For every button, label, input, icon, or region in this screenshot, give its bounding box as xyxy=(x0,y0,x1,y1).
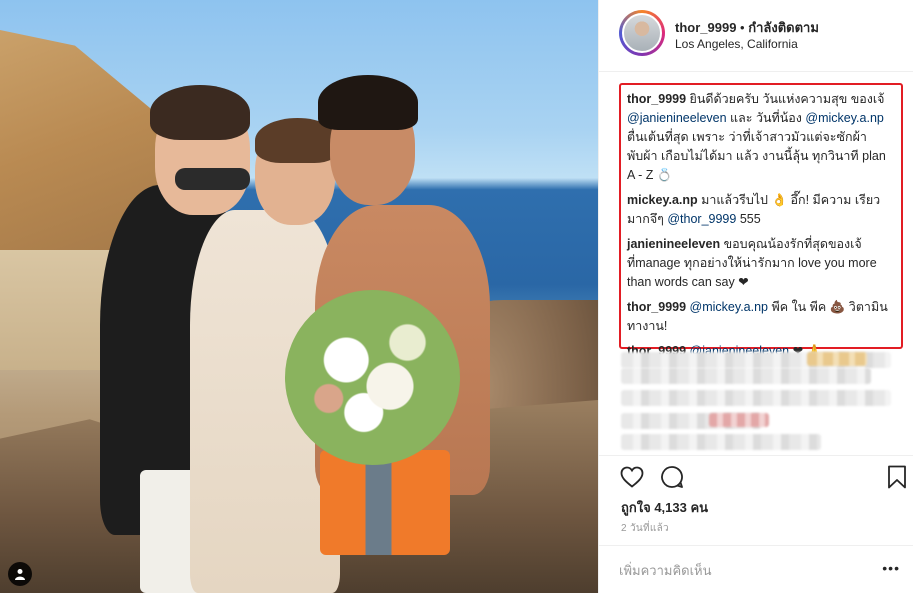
user-tag-icon[interactable] xyxy=(8,562,32,586)
blurred-comment xyxy=(621,434,821,450)
man-left-hair xyxy=(150,85,250,140)
mention-link[interactable]: @mickey.a.np xyxy=(805,111,883,125)
bouquet xyxy=(285,290,460,465)
action-bar xyxy=(599,455,913,495)
comment: mickey.a.np มาแล้วรีบไป 👌 อึ๊ก! มีความ เ… xyxy=(627,191,895,229)
blurred-emoji xyxy=(709,413,769,427)
post-time[interactable]: 2 วันที่แล้ว xyxy=(621,521,669,536)
blurred-comment xyxy=(621,390,891,406)
likes-count[interactable]: ถูกใจ 4,133 คน xyxy=(621,497,708,518)
heart-outline-icon[interactable] xyxy=(619,464,645,490)
mention-link[interactable]: @thor_9999 xyxy=(667,212,736,226)
avatar-image xyxy=(622,13,662,53)
comment-text: ตื่นเต้นที่สุด เพราะ ว่าที่เจ้าสาวมัวแต่… xyxy=(627,130,886,182)
post-photo[interactable] xyxy=(0,0,598,593)
more-options-icon[interactable]: ••• xyxy=(882,560,900,576)
avatar[interactable] xyxy=(619,10,665,56)
comment-text: ยินดีด้วยครับ วันแห่งความสุข ของเจ้ xyxy=(686,92,885,106)
follow-status-button[interactable]: กำลังติดตาม xyxy=(748,20,819,35)
post-header: thor_9999 • กำลังติดตาม Los Angeles, Cal… xyxy=(599,0,913,72)
comment-username-link[interactable]: mickey.a.np xyxy=(627,193,698,207)
mention-link[interactable]: @janienineeleven xyxy=(627,111,727,125)
mention-link[interactable]: @mickey.a.np xyxy=(690,300,768,314)
comment-text: และ วันที่น้อง xyxy=(726,111,806,125)
location-link[interactable]: Los Angeles, California xyxy=(675,37,798,51)
comment-bar: ••• xyxy=(599,545,913,593)
speech-bubble-icon[interactable] xyxy=(659,464,685,490)
sunglasses xyxy=(175,168,250,190)
comment-text: 555 xyxy=(736,212,761,226)
user-line: thor_9999 • กำลังติดตาม xyxy=(675,17,819,38)
comment-username-link[interactable]: janienineeleven xyxy=(627,237,720,251)
blurred-emoji xyxy=(807,352,867,366)
man-right-hair xyxy=(318,75,418,130)
comment: janienineeleven ขอบคุณน้องรักที่สุดของเจ… xyxy=(627,235,895,292)
username-link[interactable]: thor_9999 xyxy=(675,20,736,35)
comment-username-link[interactable]: thor_9999 xyxy=(627,300,686,314)
post-side-panel: thor_9999 • กำลังติดตาม Los Angeles, Cal… xyxy=(598,0,913,593)
add-comment-input[interactable] xyxy=(619,560,879,580)
comment: thor_9999 @mickey.a.np พีค ใน พีค 💩 วิตา… xyxy=(627,298,895,336)
bookmark-icon[interactable] xyxy=(884,464,910,490)
comment: thor_9999 ยินดีด้วยครับ วันแห่งความสุข ข… xyxy=(627,90,895,185)
man-right-shorts xyxy=(320,450,450,555)
separator: • xyxy=(736,20,749,35)
blurred-comment xyxy=(621,368,871,384)
comment-username-link[interactable]: thor_9999 xyxy=(627,92,686,106)
comments-highlight-box: thor_9999 ยินดีด้วยครับ วันแห่งความสุข ข… xyxy=(619,83,903,358)
